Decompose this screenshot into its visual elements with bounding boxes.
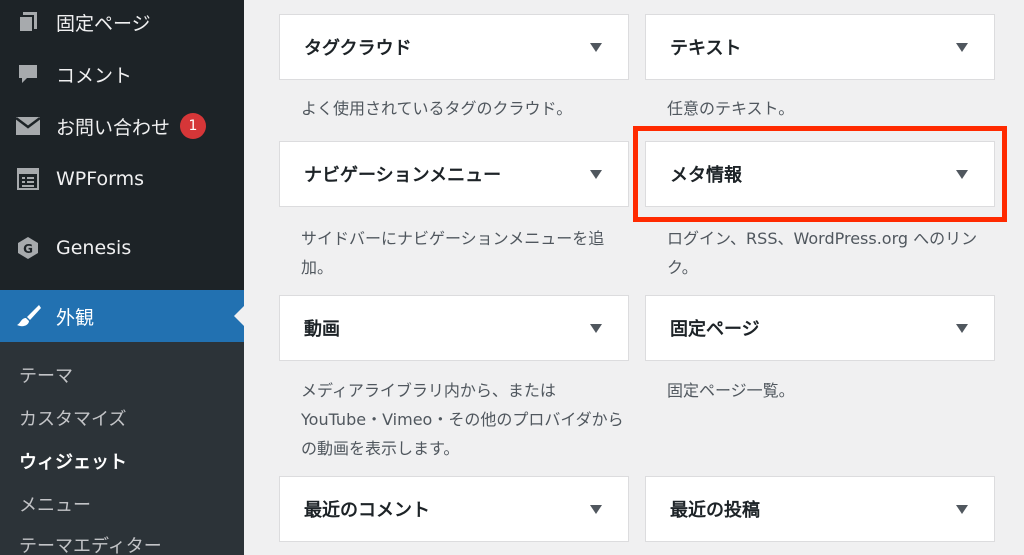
pages-icon xyxy=(14,8,42,36)
widget-description: サイドバーにナビゲーションメニューを追加。 xyxy=(301,229,605,277)
caret-down-icon[interactable] xyxy=(590,504,602,514)
widget-tag-cloud[interactable]: タグクラウド xyxy=(279,14,629,80)
widget-text[interactable]: テキスト xyxy=(645,14,995,80)
submenu-item-widgets[interactable]: ウィジェット xyxy=(19,448,127,474)
widget-title: ナビゲーションメニュー xyxy=(304,165,502,186)
caret-down-icon[interactable] xyxy=(956,323,968,333)
widget-description: 固定ページ一覧。 xyxy=(667,381,795,400)
sidebar-item-pages[interactable]: 固定ページ xyxy=(0,0,244,44)
sidebar-item-contact[interactable]: お問い合わせ 1 xyxy=(0,104,244,148)
sidebar-item-genesis[interactable]: G Genesis xyxy=(0,226,244,270)
sidebar-item-appearance[interactable]: 外観 xyxy=(0,290,244,342)
widget-title: タグクラウド xyxy=(304,38,412,59)
sidebar-item-label: 外観 xyxy=(56,306,95,329)
widget-recent-comments[interactable]: 最近のコメント xyxy=(279,476,629,542)
caret-down-icon[interactable] xyxy=(956,504,968,514)
sidebar-item-comments[interactable]: コメント xyxy=(0,52,244,96)
widget-description: ログイン、RSS、WordPress.org へのリンク。 xyxy=(667,229,978,277)
sidebar-item-wpforms[interactable]: WPForms xyxy=(0,157,244,201)
mail-icon xyxy=(14,112,42,140)
caret-down-icon[interactable] xyxy=(590,169,602,179)
caret-down-icon[interactable] xyxy=(590,42,602,52)
sidebar-item-label: WPForms xyxy=(56,168,145,190)
widget-title: テキスト xyxy=(670,38,742,59)
sidebar-item-label: Genesis xyxy=(56,237,132,259)
caret-down-icon[interactable] xyxy=(956,42,968,52)
caret-down-icon[interactable] xyxy=(956,169,968,179)
widget-title: 最近のコメント xyxy=(304,500,430,521)
comments-icon xyxy=(14,60,42,88)
widget-description: 任意のテキスト。 xyxy=(667,99,795,118)
appearance-submenu: テーマ カスタマイズ ウィジェット メニュー テーマエディター xyxy=(0,342,244,555)
submenu-item-themes[interactable]: テーマ xyxy=(19,362,73,388)
submenu-item-theme-editor[interactable]: テーマエディター xyxy=(19,532,162,555)
sidebar-item-label: 固定ページ xyxy=(56,12,151,35)
genesis-icon: G xyxy=(14,234,42,262)
sidebar-item-label: お問い合わせ xyxy=(56,116,171,139)
submenu-item-menus[interactable]: メニュー xyxy=(19,491,91,517)
widget-recent-posts[interactable]: 最近の投稿 xyxy=(645,476,995,542)
widget-description: メディアライブラリ内から、または YouTube・Vimeo・その他のプロバイダ… xyxy=(301,381,624,458)
wpforms-icon xyxy=(14,165,42,193)
sidebar-item-label: コメント xyxy=(56,64,133,87)
appearance-brush-icon xyxy=(14,302,42,330)
widget-title: メタ情報 xyxy=(670,165,742,186)
widget-title: 固定ページ xyxy=(670,319,760,340)
widget-description: よく使用されているタグのクラウド。 xyxy=(301,99,573,118)
notification-badge: 1 xyxy=(180,113,207,139)
admin-sidebar: 固定ページ コメント お問い合わせ 1 WPForms G Genesis 外観… xyxy=(0,0,244,555)
widget-pages[interactable]: 固定ページ xyxy=(645,295,995,361)
svg-text:G: G xyxy=(23,242,33,256)
widget-meta[interactable]: メタ情報 xyxy=(645,141,995,207)
caret-down-icon[interactable] xyxy=(590,323,602,333)
widget-navigation-menu[interactable]: ナビゲーションメニュー xyxy=(279,141,629,207)
widget-title: 動画 xyxy=(304,319,340,340)
submenu-item-customize[interactable]: カスタマイズ xyxy=(19,405,126,431)
widget-video[interactable]: 動画 xyxy=(279,295,629,361)
widget-title: 最近の投稿 xyxy=(670,500,760,521)
